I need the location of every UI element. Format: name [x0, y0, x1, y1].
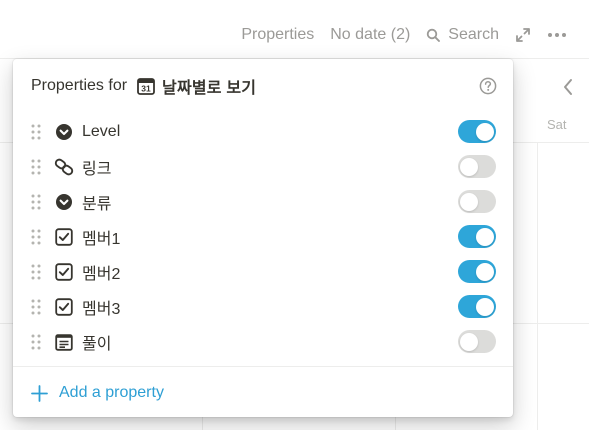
more-horizontal-icon: [548, 33, 566, 37]
checkbox-icon: [54, 297, 74, 317]
visibility-toggle[interactable]: [458, 295, 496, 318]
drag-handle-icon[interactable]: [31, 299, 41, 315]
toggle-knob: [476, 122, 494, 141]
expand-button[interactable]: [507, 19, 539, 51]
drag-handle-icon[interactable]: [31, 124, 41, 140]
select-icon: [54, 192, 74, 212]
property-name: Level: [82, 122, 121, 140]
toggle-knob: [476, 227, 494, 246]
view-name: 날짜별로 보기: [162, 80, 257, 97]
property-name: 링크: [82, 160, 112, 178]
property-row[interactable]: 멤버3: [13, 289, 513, 324]
property-name: 풀이: [82, 335, 112, 353]
calendar-icon-text: 31: [141, 84, 151, 94]
property-row[interactable]: 분류: [13, 184, 513, 219]
no-date-button[interactable]: No date (2): [322, 19, 418, 51]
property-row[interactable]: 멤버2: [13, 254, 513, 289]
visibility-toggle[interactable]: [458, 260, 496, 283]
property-name: 멤버1: [82, 230, 121, 248]
text-icon: [54, 332, 74, 352]
select-icon: [54, 122, 74, 142]
visibility-toggle[interactable]: [458, 120, 496, 143]
search-label: Search: [448, 26, 499, 43]
add-property-button[interactable]: Add a property: [31, 378, 164, 408]
add-property-label: Add a property: [59, 384, 164, 401]
property-name: 멤버3: [82, 300, 121, 318]
relation-link-icon: [54, 157, 74, 177]
drag-handle-icon[interactable]: [31, 334, 41, 350]
popup-header: Properties for 31 날짜별로 보기: [31, 73, 497, 99]
drag-handle-icon[interactable]: [31, 264, 41, 280]
visibility-toggle[interactable]: [458, 190, 496, 213]
search-button[interactable]: Search: [418, 19, 507, 51]
property-row[interactable]: 링크: [13, 149, 513, 184]
toggle-knob: [460, 192, 478, 211]
question-circle-icon[interactable]: [479, 77, 497, 95]
property-row[interactable]: 멤버1: [13, 219, 513, 254]
checkbox-icon: [54, 227, 74, 247]
property-list: Level 링크분류멤버1 멤버2 멤버3 풀이: [13, 114, 513, 359]
calendar-day-header: Sat: [547, 117, 567, 132]
property-row[interactable]: 풀이: [13, 324, 513, 359]
toggle-knob: [476, 262, 494, 281]
more-button[interactable]: [539, 19, 575, 51]
toggle-knob: [476, 297, 494, 316]
expand-diagonal-icon: [516, 28, 530, 42]
visibility-toggle[interactable]: [458, 225, 496, 248]
property-row[interactable]: Level: [13, 114, 513, 149]
properties-popup: Properties for 31 날짜별로 보기 Level 링크분류멤버1 멤버…: [13, 59, 513, 417]
plus-icon: [31, 384, 48, 402]
calendar-column-border: [537, 142, 538, 430]
toggle-knob: [460, 332, 478, 351]
toggle-knob: [460, 157, 478, 176]
visibility-toggle[interactable]: [458, 155, 496, 178]
drag-handle-icon[interactable]: [31, 229, 41, 245]
properties-button[interactable]: Properties: [233, 19, 322, 51]
chevron-left-icon[interactable]: [562, 78, 574, 101]
popup-divider: [13, 366, 513, 367]
calendar-icon: 31: [137, 77, 155, 95]
popup-title-prefix: Properties for: [31, 77, 128, 94]
drag-handle-icon[interactable]: [31, 194, 41, 210]
calendar-view-page: Sat Properties No date (2) Search Proper…: [0, 0, 589, 430]
visibility-toggle[interactable]: [458, 330, 496, 353]
property-name: 분류: [82, 195, 112, 213]
checkbox-icon: [54, 262, 74, 282]
view-toolbar: Properties No date (2) Search: [233, 18, 575, 52]
property-name: 멤버2: [82, 265, 121, 283]
search-icon: [427, 28, 441, 42]
drag-handle-icon[interactable]: [31, 159, 41, 175]
